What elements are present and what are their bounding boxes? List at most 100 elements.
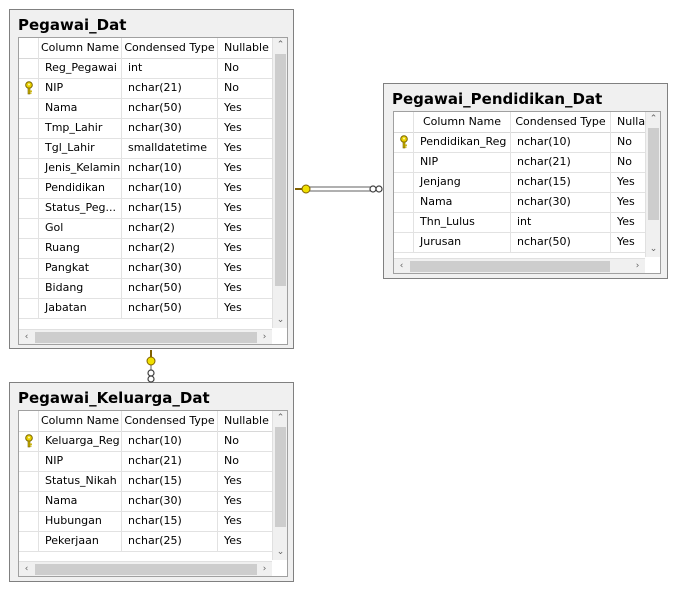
table-row[interactable]: Nama nchar(30) Yes xyxy=(394,192,645,213)
table-row[interactable]: Ruang nchar(2) Yes xyxy=(19,238,272,259)
row-selector[interactable] xyxy=(19,278,39,298)
table-row[interactable]: Nama nchar(50) Yes xyxy=(19,98,272,119)
table-row[interactable]: Gol nchar(2) Yes xyxy=(19,218,272,239)
row-selector[interactable] xyxy=(19,298,39,318)
table-row[interactable]: Bidang nchar(50) Yes xyxy=(19,278,272,299)
row-selector[interactable] xyxy=(19,158,39,178)
scrollbar-thumb[interactable] xyxy=(648,128,659,220)
scroll-down-icon[interactable]: ⌄ xyxy=(273,313,287,328)
row-selector[interactable] xyxy=(394,232,414,252)
table-row[interactable]: Nama nchar(30) Yes xyxy=(19,491,272,512)
table-pegawai-keluarga-dat[interactable]: Pegawai_Keluarga_Dat Column Name Condens… xyxy=(9,382,294,582)
column-name-cell: Nama xyxy=(39,98,122,118)
scrollbar-thumb[interactable] xyxy=(410,261,610,272)
row-selector[interactable] xyxy=(19,471,39,491)
row-selector[interactable] xyxy=(19,258,39,278)
condensed-type-cell: nchar(50) xyxy=(511,232,611,252)
table-row[interactable]: Tgl_Lahir smalldatetime Yes xyxy=(19,138,272,159)
row-selector[interactable] xyxy=(19,238,39,258)
table-row[interactable]: NIP nchar(21) No xyxy=(19,451,272,472)
scroll-down-icon[interactable]: ⌄ xyxy=(646,242,660,257)
scroll-up-icon[interactable]: ⌃ xyxy=(273,411,287,426)
table-row[interactable]: Keluarga_Reg nchar(10) No xyxy=(19,431,272,452)
table-row[interactable]: Status_Nikah nchar(15) Yes xyxy=(19,471,272,492)
table-row[interactable]: Status_Peg... nchar(15) Yes xyxy=(19,198,272,219)
column-grid: Column Name Condensed Type Nullable Reg_… xyxy=(18,37,288,345)
row-selector[interactable] xyxy=(19,218,39,238)
vertical-scrollbar[interactable]: ⌃ ⌄ xyxy=(645,112,660,257)
relationship-pegawai-keluarga[interactable] xyxy=(142,348,160,384)
scroll-right-icon[interactable]: › xyxy=(630,259,645,273)
row-selector[interactable] xyxy=(394,132,414,152)
condensed-type-cell: smalldatetime xyxy=(122,138,218,158)
key-endpoint-icon xyxy=(146,350,156,366)
nullable-cell: No xyxy=(617,155,632,168)
vertical-scrollbar[interactable]: ⌃ ⌄ xyxy=(272,38,287,328)
row-selector[interactable] xyxy=(19,451,39,471)
row-selector[interactable] xyxy=(19,78,39,98)
column-name-cell: Jabatan xyxy=(39,298,122,318)
table-row[interactable]: Pendidikan_Reg nchar(10) No xyxy=(394,132,645,153)
table-row[interactable]: Jabatan nchar(50) Yes xyxy=(19,298,272,319)
nullable-cell: Yes xyxy=(224,534,242,547)
table-pegawai-dat[interactable]: Pegawai_Dat Column Name Condensed Type N… xyxy=(9,9,294,349)
relationship-pegawai-pendidikan[interactable] xyxy=(293,180,385,198)
row-selector[interactable] xyxy=(394,172,414,192)
row-selector[interactable] xyxy=(19,198,39,218)
scrollbar-thumb[interactable] xyxy=(275,427,286,527)
row-selector[interactable] xyxy=(19,178,39,198)
row-selector[interactable] xyxy=(394,152,414,172)
table-row[interactable]: NIP nchar(21) No xyxy=(394,152,645,173)
row-selector[interactable] xyxy=(19,138,39,158)
horizontal-scrollbar[interactable]: ‹ › xyxy=(19,329,272,344)
scroll-left-icon[interactable]: ‹ xyxy=(19,330,34,344)
table-row[interactable]: Pendidikan nchar(10) Yes xyxy=(19,178,272,199)
table-row[interactable]: Pekerjaan nchar(25) Yes xyxy=(19,531,272,552)
row-selector[interactable] xyxy=(394,192,414,212)
row-selector[interactable] xyxy=(19,531,39,551)
header-column-name: Column Name xyxy=(414,112,511,132)
vertical-scrollbar[interactable]: ⌃ ⌄ xyxy=(272,411,287,560)
scroll-down-icon[interactable]: ⌄ xyxy=(273,545,287,560)
table-row[interactable]: Jenis_Kelamin nchar(10) Yes xyxy=(19,158,272,179)
scroll-left-icon[interactable]: ‹ xyxy=(394,259,409,273)
column-name-cell: Jenis_Kelamin xyxy=(39,158,122,178)
row-selector[interactable] xyxy=(19,58,39,78)
table-pegawai-pendidikan-dat[interactable]: Pegawai_Pendidikan_Dat Column Name Conde… xyxy=(383,83,668,279)
condensed-type-cell: nchar(30) xyxy=(122,491,218,511)
scroll-right-icon[interactable]: › xyxy=(257,330,272,344)
column-name-cell: Tmp_Lahir xyxy=(39,118,122,138)
scroll-up-icon[interactable]: ⌃ xyxy=(646,112,660,127)
nullable-cell: Yes xyxy=(617,235,635,248)
table-title: Pegawai_Dat xyxy=(18,16,127,34)
row-selector[interactable] xyxy=(19,511,39,531)
table-row[interactable]: Jenjang nchar(15) Yes xyxy=(394,172,645,193)
column-name-cell: Pekerjaan xyxy=(39,531,122,551)
scrollbar-thumb[interactable] xyxy=(35,332,257,343)
scrollbar-thumb[interactable] xyxy=(275,54,286,286)
table-row[interactable]: Jurusan nchar(50) Yes xyxy=(394,232,645,253)
row-selector[interactable] xyxy=(19,491,39,511)
table-row[interactable]: Tmp_Lahir nchar(30) Yes xyxy=(19,118,272,139)
scroll-up-icon[interactable]: ⌃ xyxy=(273,38,287,53)
table-row[interactable]: Reg_Pegawai int No xyxy=(19,58,272,79)
infinity-endpoint-icon xyxy=(369,185,383,193)
condensed-type-cell: nchar(50) xyxy=(122,98,218,118)
scrollbar-thumb[interactable] xyxy=(35,564,257,575)
scroll-right-icon[interactable]: › xyxy=(257,562,272,576)
row-selector[interactable] xyxy=(394,212,414,232)
table-row[interactable]: Pangkat nchar(30) Yes xyxy=(19,258,272,279)
table-row[interactable]: Hubungan nchar(15) Yes xyxy=(19,511,272,532)
header-column-name: Column Name xyxy=(39,38,122,58)
scroll-left-icon[interactable]: ‹ xyxy=(19,562,34,576)
horizontal-scrollbar[interactable]: ‹ › xyxy=(394,258,645,273)
horizontal-scrollbar[interactable]: ‹ › xyxy=(19,561,272,576)
nullable-cell: Yes xyxy=(224,494,242,507)
table-row[interactable]: NIP nchar(21) No xyxy=(19,78,272,99)
row-selector[interactable] xyxy=(19,118,39,138)
table-row[interactable]: Thn_Lulus int Yes xyxy=(394,212,645,233)
column-name-cell: Tgl_Lahir xyxy=(39,138,122,158)
column-name-cell: Status_Nikah xyxy=(39,471,122,491)
row-selector[interactable] xyxy=(19,98,39,118)
row-selector[interactable] xyxy=(19,431,39,451)
